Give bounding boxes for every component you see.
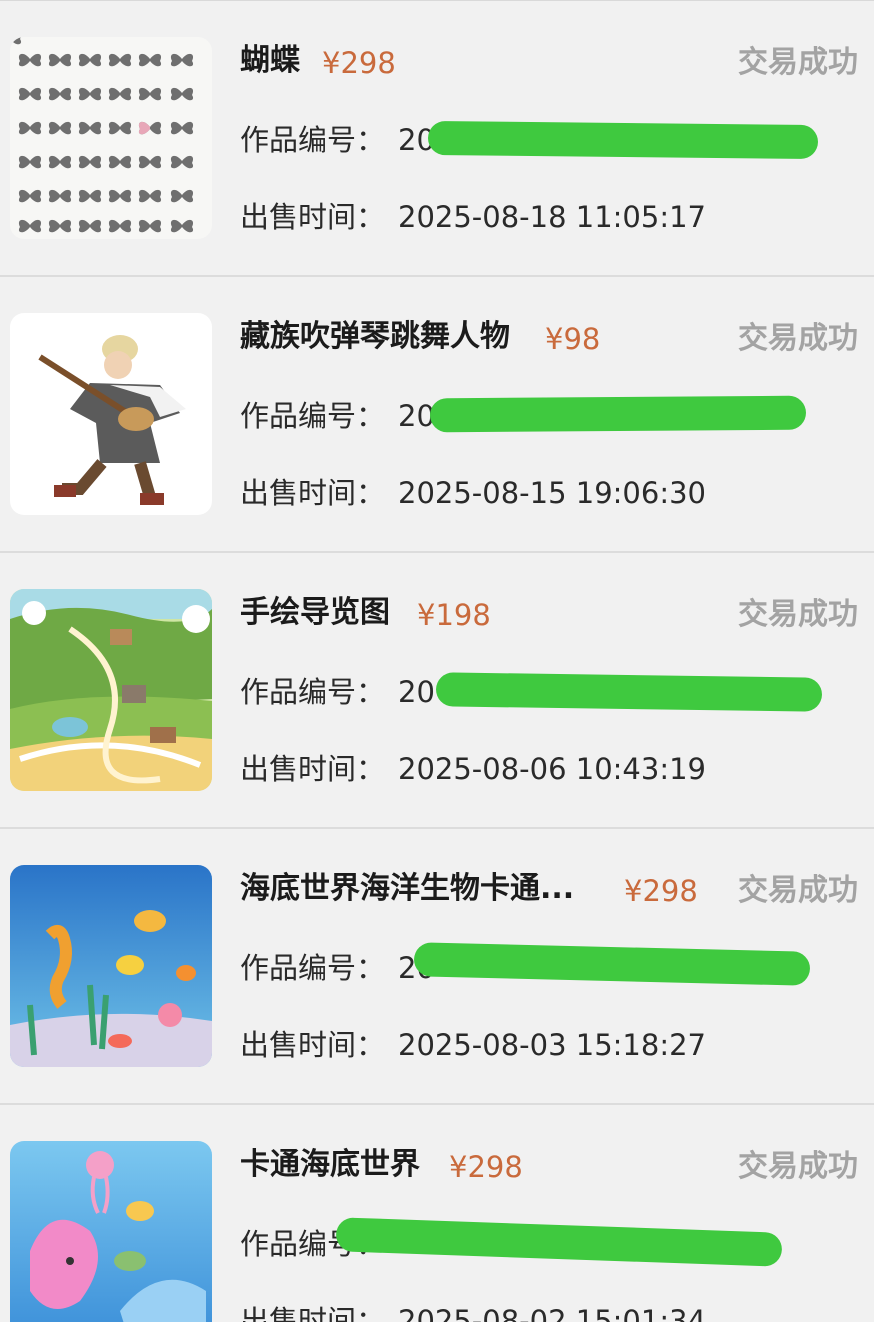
- time-label: 出售时间：: [240, 1304, 386, 1322]
- list-item[interactable]: 海底世界海洋生物卡通... ¥298 交易成功 作品编号：20 出售时间： 202…: [0, 829, 874, 1105]
- status-badge: 交易成功: [738, 1149, 858, 1184]
- artwork-title: 藏族吹弹琴跳舞人物: [240, 319, 510, 354]
- redaction-mark: [429, 395, 807, 433]
- list-item[interactable]: 手绘导览图 ¥198 交易成功 作品编号： 20 出售时间： 2025-08-06 …: [0, 553, 874, 829]
- artwork-title: 卡通海底世界: [240, 1147, 420, 1182]
- status-badge: 交易成功: [738, 873, 858, 908]
- artwork-title: 蝴蝶: [240, 43, 300, 78]
- sold-time: 出售时间： 2025-08-02 15:01:34: [240, 1299, 706, 1322]
- number-label: 作品编号：: [240, 675, 386, 709]
- artwork-price: ¥298: [624, 874, 698, 908]
- number-label: 作品编号：: [240, 123, 386, 157]
- number-value: 20: [398, 675, 435, 709]
- artwork-price: ¥298: [322, 46, 396, 80]
- time-label: 出售时间：: [240, 476, 386, 510]
- artwork-number: 作品编号：20: [240, 118, 435, 162]
- tibetan-dancer-image: [10, 313, 212, 515]
- artwork-title: 手绘导览图: [240, 595, 390, 630]
- list-item[interactable]: 卡通海底世界 ¥298 交易成功 作品编号： 出售时间： 2025-08-02 1…: [0, 1105, 874, 1322]
- sold-time: 出售时间： 2025-08-18 11:05:17: [240, 195, 706, 239]
- status-badge: 交易成功: [738, 45, 858, 80]
- sold-time: 出售时间： 2025-08-15 19:06:30: [240, 471, 706, 515]
- redaction-mark: [435, 672, 823, 712]
- time-label: 出售时间：: [240, 752, 386, 786]
- redaction-mark: [335, 1217, 783, 1267]
- number-label: 作品编号：: [240, 951, 386, 985]
- time-label: 出售时间：: [240, 200, 386, 234]
- artwork-number: 作品编号：20: [240, 946, 435, 990]
- cartoon-dolphin-image: [10, 1141, 212, 1322]
- redaction-mark: [427, 120, 819, 160]
- time-value: 2025-08-15 19:06:30: [398, 476, 706, 510]
- sold-time: 出售时间： 2025-08-03 15:18:27: [240, 1023, 706, 1067]
- number-label: 作品编号：: [240, 399, 386, 433]
- redaction-mark: [413, 942, 811, 986]
- status-badge: 交易成功: [738, 597, 858, 632]
- hand-drawn-map-image: [10, 589, 212, 791]
- artwork-price: ¥98: [545, 322, 601, 356]
- butterfly-grid-image: [10, 37, 212, 239]
- artwork-title: 海底世界海洋生物卡通...: [240, 871, 575, 906]
- sold-time: 出售时间： 2025-08-06 10:43:19: [240, 747, 706, 791]
- artwork-price: ¥298: [449, 1150, 523, 1184]
- time-value: 2025-08-06 10:43:19: [398, 752, 706, 786]
- artwork-number: 作品编号：20: [240, 394, 435, 438]
- list-item[interactable]: 藏族吹弹琴跳舞人物 ¥98 交易成功 作品编号： 20 出售时间： 2025-08-…: [0, 277, 874, 553]
- artwork-price: ¥198: [417, 598, 491, 632]
- time-value: 2025-08-03 15:18:27: [398, 1028, 706, 1062]
- sold-artworks-list: 蝴蝶 ¥298 交易成功 作品编号： 20 出售时间： 2025-08-18 11:…: [0, 0, 874, 1322]
- undersea-cartoon-image: [10, 865, 212, 1067]
- artwork-number: 作品编号： 20: [240, 670, 435, 714]
- list-item[interactable]: 蝴蝶 ¥298 交易成功 作品编号： 20 出售时间： 2025-08-18 11:…: [0, 1, 874, 277]
- time-value: 2025-08-02 15:01:34: [398, 1304, 706, 1322]
- status-badge: 交易成功: [738, 321, 858, 356]
- time-value: 2025-08-18 11:05:17: [398, 200, 706, 234]
- time-label: 出售时间：: [240, 1028, 386, 1062]
